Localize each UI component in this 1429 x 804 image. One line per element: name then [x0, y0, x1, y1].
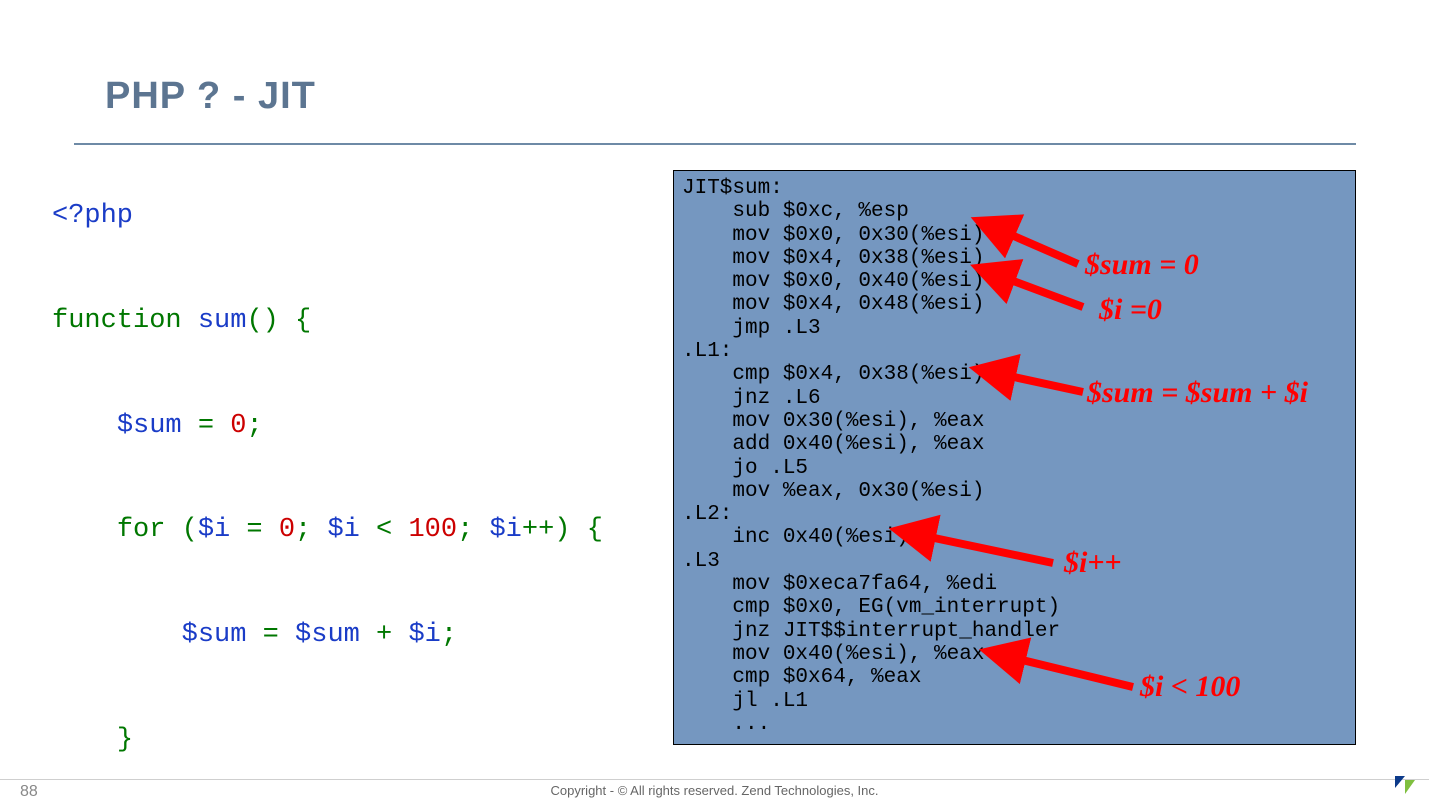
- fn-name: sum: [198, 306, 247, 336]
- php-open-tag: <?php: [52, 201, 133, 231]
- var-sum: $sum: [295, 620, 360, 650]
- asm-line: ...: [682, 713, 770, 736]
- asm-line: mov $0x4, 0x48(%esi): [682, 293, 984, 316]
- annotation-sum-plus-i: $sum = $sum + $i: [1087, 376, 1308, 410]
- var-sum: $sum: [182, 620, 247, 650]
- slide-title: PHP ? - JIT: [105, 75, 316, 118]
- fn-paren-brace: () {: [246, 306, 311, 336]
- asm-line: mov $0xeca7fa64, %edi: [682, 573, 997, 596]
- asm-line: sub $0xc, %esp: [682, 200, 909, 223]
- indent: [52, 515, 117, 545]
- semi: ;: [246, 411, 262, 441]
- var-i: $i: [489, 515, 521, 545]
- var-i: $i: [408, 620, 440, 650]
- asm-line: cmp $0x64, %eax: [682, 666, 921, 689]
- arrow-icon: [988, 360, 1088, 405]
- kw-function: function: [52, 306, 182, 336]
- kw-for: for: [117, 515, 166, 545]
- for-close: ) {: [554, 515, 603, 545]
- annotation-i-lt-100: $i < 100: [1140, 670, 1240, 704]
- eq: =: [182, 411, 231, 441]
- php-code-block: <?php function sum() { $sum = 0; for ($i…: [52, 190, 603, 804]
- zend-logo-icon: [1393, 774, 1417, 798]
- indent: [52, 411, 117, 441]
- arrow-icon: [998, 645, 1138, 697]
- asm-line: jnz .L6: [682, 387, 821, 410]
- asm-line: jnz JIT$$interrupt_handler: [682, 620, 1060, 643]
- annotation-i-0: $i =0: [1099, 293, 1162, 327]
- copyright-text: Copyright - © All rights reserved. Zend …: [0, 783, 1429, 798]
- lt: <: [360, 515, 409, 545]
- footer-divider: [0, 779, 1429, 780]
- semi: ;: [441, 620, 457, 650]
- asm-line: cmp $0x0, EG(vm_interrupt): [682, 596, 1060, 619]
- brace-close: }: [117, 725, 133, 755]
- indent: [52, 725, 117, 755]
- asm-line: add 0x40(%esi), %eax: [682, 433, 984, 456]
- eq: =: [230, 515, 279, 545]
- asm-line: jmp .L3: [682, 317, 821, 340]
- asm-line: .L3: [682, 550, 720, 573]
- eq: =: [246, 620, 295, 650]
- var-i: $i: [327, 515, 359, 545]
- asm-line: mov 0x30(%esi), %eax: [682, 410, 984, 433]
- for-open: (: [165, 515, 197, 545]
- var-sum: $sum: [117, 411, 182, 441]
- lit-100: 100: [408, 515, 457, 545]
- arrow-icon: [908, 523, 1058, 573]
- asm-line: inc 0x40(%esi): [682, 526, 909, 549]
- asm-line: mov %eax, 0x30(%esi): [682, 480, 984, 503]
- indent: [52, 620, 182, 650]
- lit-0: 0: [230, 411, 246, 441]
- inc: ++: [522, 515, 554, 545]
- annotation-sum-0: $sum = 0: [1085, 248, 1199, 282]
- asm-line: mov $0x0, 0x30(%esi): [682, 224, 984, 247]
- var-i: $i: [198, 515, 230, 545]
- asm-line: JIT$sum:: [682, 177, 783, 200]
- asm-line: mov 0x40(%esi), %eax: [682, 643, 984, 666]
- asm-line: .L2:: [682, 503, 732, 526]
- asm-line: jo .L5: [682, 457, 808, 480]
- lit-0: 0: [279, 515, 295, 545]
- slide: PHP ? - JIT <?php function sum() { $sum …: [0, 0, 1429, 804]
- asm-line: .L1:: [682, 340, 732, 363]
- sep: ;: [457, 515, 489, 545]
- plus: +: [360, 620, 409, 650]
- arrow-icon: [988, 262, 1088, 317]
- annotation-i-inc: $i++: [1064, 546, 1122, 580]
- asm-line: jl .L1: [682, 690, 808, 713]
- title-divider: [74, 143, 1356, 145]
- asm-line: mov $0x4, 0x38(%esi): [682, 247, 984, 270]
- asm-line: cmp $0x4, 0x38(%esi): [682, 363, 984, 386]
- asm-line: mov $0x0, 0x40(%esi): [682, 270, 984, 293]
- sep: ;: [295, 515, 327, 545]
